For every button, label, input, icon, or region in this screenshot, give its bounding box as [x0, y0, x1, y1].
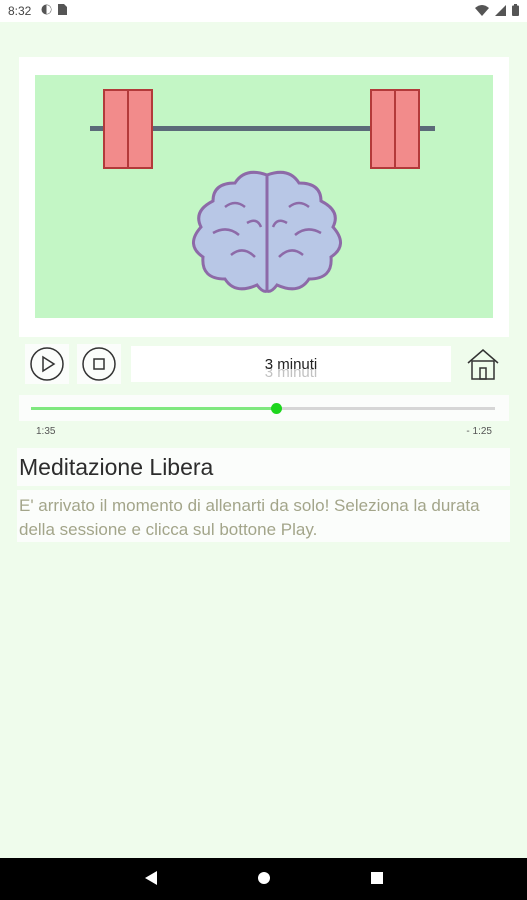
nav-home-icon[interactable] [257, 870, 271, 886]
session-description: E' arrivato il momento di allenarti da s… [19, 496, 480, 539]
title-box: Meditazione Libera [17, 448, 510, 486]
home-icon [467, 349, 499, 380]
play-button[interactable] [25, 344, 69, 384]
notification-icon [41, 4, 52, 15]
duration-selector[interactable]: 3 minuti 3 minuti [131, 346, 451, 382]
wifi-icon [475, 4, 489, 16]
session-illustration [35, 75, 493, 318]
remaining-time: - 1:25 [466, 426, 492, 437]
progress-fill [31, 407, 277, 410]
play-icon [30, 347, 64, 381]
battery-icon [512, 4, 519, 16]
status-time: 8:32 [8, 4, 32, 18]
status-bar: 8:32 [0, 0, 527, 22]
navigation-bar [0, 858, 527, 900]
session-title: Meditazione Libera [19, 454, 214, 480]
progress-slider[interactable] [19, 395, 509, 421]
stop-button[interactable] [77, 344, 121, 384]
description-box: E' arrivato il momento di allenarti da s… [17, 490, 510, 542]
sim-card-icon [58, 4, 67, 15]
duration-value: 3 minuti [264, 355, 318, 373]
progress-thumb[interactable] [271, 403, 283, 414]
nav-recents-icon[interactable] [370, 870, 384, 886]
signal-icon [495, 4, 506, 16]
nav-back-icon[interactable] [144, 870, 158, 886]
stop-icon [82, 347, 116, 381]
session-image-card [19, 57, 509, 337]
home-button[interactable] [463, 344, 503, 384]
player-controls: 3 minuti 3 minuti [19, 344, 509, 388]
elapsed-time: 1:35 [36, 426, 56, 437]
